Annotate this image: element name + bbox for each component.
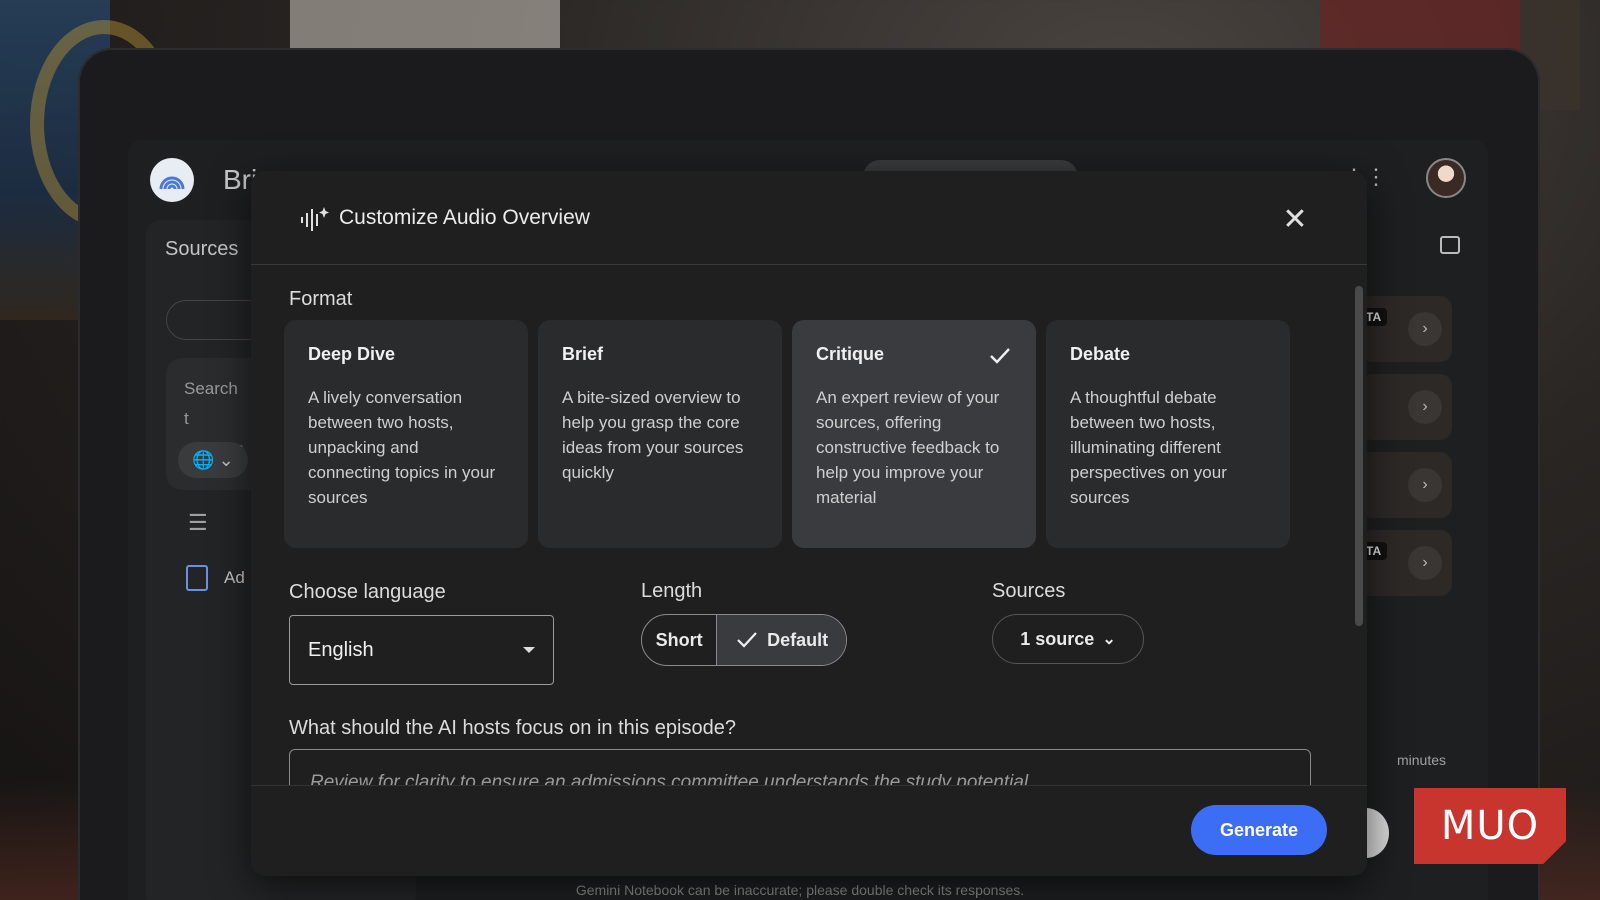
format-card-debate[interactable]: Debate A thoughtful debate between two h… — [1046, 320, 1290, 548]
close-button[interactable]: ✕ — [1275, 199, 1315, 239]
length-default-label: Default — [767, 629, 829, 650]
format-card-title: Deep Dive — [308, 344, 396, 364]
chevron-right-icon[interactable]: › — [1408, 468, 1442, 502]
chevron-down-icon: ⌄ — [218, 449, 234, 470]
dialog-header: Customize Audio Overview ✕ — [251, 171, 1367, 265]
web-search-chip[interactable]: 🌐 ⌄ — [178, 442, 248, 478]
chevron-right-icon[interactable]: › — [1408, 390, 1442, 424]
length-short-button[interactable]: Short — [642, 615, 718, 665]
dialog-scrollbar[interactable] — [1355, 286, 1363, 626]
notebook-logo-icon[interactable] — [150, 158, 194, 202]
close-icon: ✕ — [1282, 202, 1308, 236]
studio-card[interactable]: ETA › — [1352, 296, 1452, 362]
chevron-right-icon[interactable]: › — [1408, 546, 1442, 580]
disclaimer-text: Gemini Notebook can be inaccurate; pleas… — [575, 882, 1025, 898]
sources-value: 1 source — [1020, 628, 1095, 649]
dropdown-caret-icon — [523, 647, 535, 653]
format-card-title: Brief — [562, 344, 604, 364]
language-select[interactable]: English — [289, 615, 554, 685]
format-card-critique[interactable]: Critique An expert review of your source… — [792, 320, 1036, 548]
muo-watermark-logo: MUO — [1414, 788, 1566, 864]
minutes-label: minutes — [1396, 752, 1446, 768]
format-card-deep-dive[interactable]: Deep Dive A lively conversation between … — [284, 320, 528, 548]
chevron-down-icon: ⌄ — [1102, 631, 1116, 648]
format-card-description: An expert review of your sources, offeri… — [816, 388, 1000, 507]
customize-audio-dialog: Customize Audio Overview ✕ Format Deep D… — [251, 171, 1367, 876]
dialog-footer: Generate — [251, 785, 1367, 876]
format-label: Format — [289, 288, 353, 310]
avatar[interactable] — [1426, 158, 1466, 198]
check-icon — [990, 348, 1010, 364]
sources-heading: Sources — [165, 238, 239, 260]
studio-card[interactable]: ETA › — [1352, 530, 1452, 596]
format-card-title: Critique — [816, 344, 885, 364]
chevron-right-icon[interactable]: › — [1408, 312, 1442, 346]
generate-button[interactable]: Generate — [1191, 805, 1327, 855]
audio-sparkle-icon — [301, 207, 329, 231]
format-card-title: Debate — [1070, 344, 1131, 364]
studio-card[interactable]: › — [1360, 374, 1452, 440]
format-card-description: A thoughtful debate between two hosts, i… — [1070, 388, 1227, 507]
watermark-text: MUO — [1440, 803, 1540, 849]
filter-icon[interactable]: ☰ — [188, 510, 208, 536]
length-default-button[interactable]: Default — [717, 615, 846, 665]
length-label: Length — [641, 580, 703, 602]
globe-icon: 🌐 — [192, 449, 215, 470]
language-value: English — [308, 638, 374, 661]
focus-prompt-label: What should the AI hosts focus on in thi… — [289, 717, 736, 739]
check-icon — [737, 632, 757, 648]
studio-card[interactable]: › — [1360, 452, 1452, 518]
format-card-description: A lively conversation between two hosts,… — [308, 388, 496, 507]
length-segmented-control: Short Default — [641, 614, 847, 666]
sources-label: Sources — [992, 580, 1066, 602]
dialog-title: Customize Audio Overview — [339, 206, 590, 229]
format-card-description: A bite-sized overview to help you grasp … — [562, 388, 744, 482]
language-label: Choose language — [289, 581, 446, 603]
format-card-brief[interactable]: Brief A bite-sized overview to help you … — [538, 320, 782, 548]
document-icon — [186, 565, 208, 591]
sources-dropdown-button[interactable]: 1 source ⌄ — [992, 614, 1144, 664]
